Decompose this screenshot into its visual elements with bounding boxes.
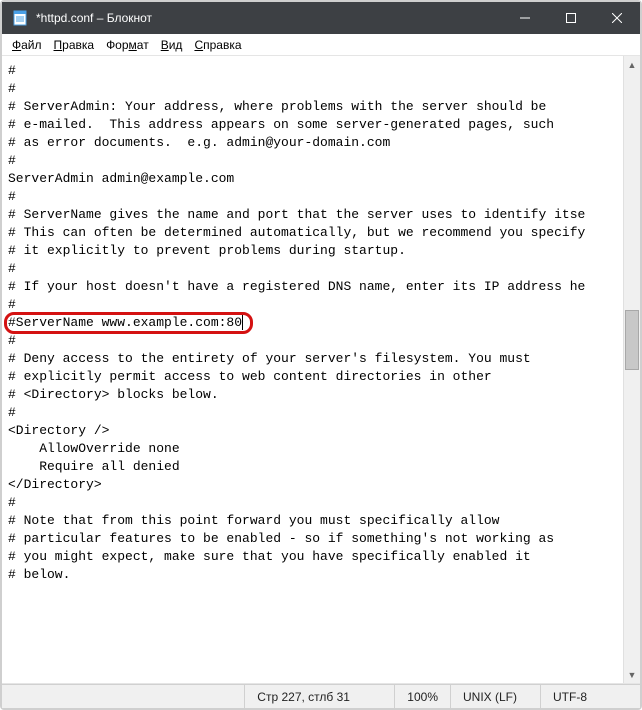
editor-line: # xyxy=(8,152,623,170)
status-cursor: Стр 227, стлб 31 xyxy=(244,685,394,708)
editor-line: # particular features to be enabled - so… xyxy=(8,530,623,548)
maximize-button[interactable] xyxy=(548,2,594,34)
minimize-button[interactable] xyxy=(502,2,548,34)
editor-line: # e-mailed. This address appears on some… xyxy=(8,116,623,134)
editor-line: # xyxy=(8,404,623,422)
editor-area: ### ServerAdmin: Your address, where pro… xyxy=(2,56,640,684)
text-caret xyxy=(242,315,243,330)
status-spacer xyxy=(2,685,244,708)
editor-line: AllowOverride none xyxy=(8,440,623,458)
editor-line: # you might expect, make sure that you h… xyxy=(8,548,623,566)
text-editor[interactable]: ### ServerAdmin: Your address, where pro… xyxy=(2,56,623,683)
editor-line: # xyxy=(8,80,623,98)
editor-line: </Directory> xyxy=(8,476,623,494)
editor-line: # as error documents. e.g. admin@your-do… xyxy=(8,134,623,152)
editor-line: # xyxy=(8,296,623,314)
editor-line: # Note that from this point forward you … xyxy=(8,512,623,530)
editor-line: # xyxy=(8,494,623,512)
menu-file[interactable]: Файл xyxy=(6,36,48,54)
editor-line-highlighted: #ServerName www.example.com:80 xyxy=(8,314,623,332)
menu-edit[interactable]: Правка xyxy=(48,36,101,54)
menu-help[interactable]: Справка xyxy=(188,36,247,54)
scroll-down-arrow[interactable]: ▼ xyxy=(624,666,640,683)
status-zoom: 100% xyxy=(394,685,450,708)
editor-line: # explicitly permit access to web conten… xyxy=(8,368,623,386)
editor-line: Require all denied xyxy=(8,458,623,476)
editor-line: # <Directory> blocks below. xyxy=(8,386,623,404)
status-encoding: UTF-8 xyxy=(540,685,640,708)
notepad-icon xyxy=(12,10,28,26)
statusbar: Стр 227, стлб 31 100% UNIX (LF) UTF-8 xyxy=(2,684,640,708)
editor-line: <Directory /> xyxy=(8,422,623,440)
editor-line: # xyxy=(8,188,623,206)
editor-line: # If your host doesn't have a registered… xyxy=(8,278,623,296)
scroll-up-arrow[interactable]: ▲ xyxy=(624,56,640,73)
editor-line: # ServerName gives the name and port tha… xyxy=(8,206,623,224)
editor-line: # ServerAdmin: Your address, where probl… xyxy=(8,98,623,116)
menu-view[interactable]: Вид xyxy=(155,36,189,54)
editor-line: # xyxy=(8,62,623,80)
editor-line: # below. xyxy=(8,566,623,584)
window-titlebar: *httpd.conf – Блокнот xyxy=(2,2,640,34)
window-title: *httpd.conf – Блокнот xyxy=(36,11,502,25)
scroll-track[interactable] xyxy=(624,73,640,666)
status-eol: UNIX (LF) xyxy=(450,685,540,708)
editor-line: # Deny access to the entirety of your se… xyxy=(8,350,623,368)
editor-line: # it explicitly to prevent problems duri… xyxy=(8,242,623,260)
editor-line: ServerAdmin admin@example.com xyxy=(8,170,623,188)
menu-format[interactable]: Формат xyxy=(100,36,155,54)
vertical-scrollbar[interactable]: ▲ ▼ xyxy=(623,56,640,683)
editor-line: # xyxy=(8,260,623,278)
close-button[interactable] xyxy=(594,2,640,34)
menubar: Файл Правка Формат Вид Справка xyxy=(2,34,640,56)
scroll-thumb[interactable] xyxy=(625,310,639,370)
editor-line: # xyxy=(8,332,623,350)
editor-line: # This can often be determined automatic… xyxy=(8,224,623,242)
